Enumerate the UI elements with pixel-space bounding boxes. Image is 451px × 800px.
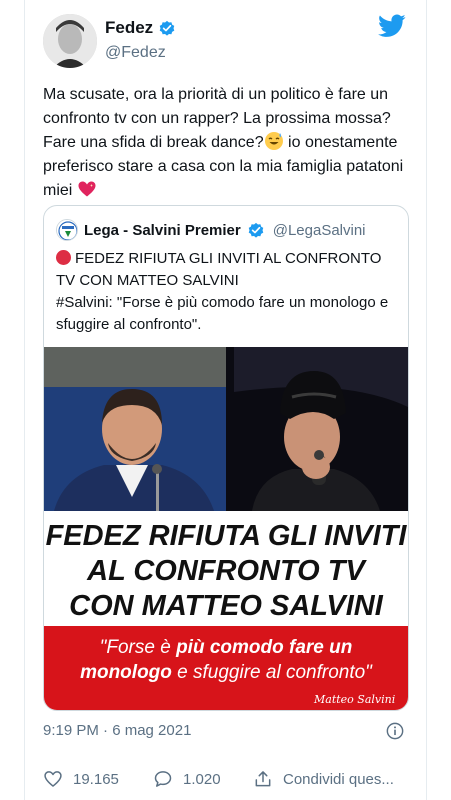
banner-quote-part-c: monologo <box>80 662 172 683</box>
tweet-actions: 19.165 1.020 Condividi ques... <box>43 764 414 794</box>
quoted-text-line1: FEDEZ RIFIUTA GLI INVITI AL CONFRONTO TV… <box>56 250 386 289</box>
banner-quote-line1: "Forse è più comodo fare un <box>100 637 353 658</box>
quoted-media-image[interactable]: FEDEZ RIFIUTA GLI INVITI AL CONFRONTO TV… <box>44 347 408 711</box>
banner-quote-part-a: "Forse è <box>100 637 176 658</box>
author-avatar[interactable] <box>43 14 97 68</box>
quoted-verified-badge-icon <box>248 222 264 238</box>
reply-count: 1.020 <box>183 770 221 788</box>
tweet-timestamp[interactable]: 9:19 PM · 6 mag 2021 <box>43 722 191 739</box>
tweet-header: Fedez @Fedez <box>43 12 408 70</box>
verified-badge-icon <box>159 20 175 36</box>
share-icon <box>255 771 271 787</box>
share-label: Condividi ques... <box>283 770 394 788</box>
banner-quote-part-b: più comodo fare un <box>175 637 352 658</box>
twitter-bird-icon[interactable] <box>378 14 406 38</box>
headline-line2: AL CONFRONTO TV <box>86 555 367 587</box>
quoted-text: FEDEZ RIFIUTA GLI INVITI AL CONFRONTO TV… <box>56 248 396 336</box>
heart-icon <box>44 771 62 787</box>
author-handle[interactable]: @Fedez <box>105 44 166 62</box>
reply-button[interactable]: 1.020 <box>153 769 253 789</box>
banner-signature: Matteo Salvini <box>313 693 395 706</box>
like-button[interactable]: 19.165 <box>43 769 153 789</box>
reply-bubble-icon <box>154 771 172 787</box>
tweet-text: Ma scusate, ora la priorità di un politi… <box>43 83 413 203</box>
share-button[interactable]: Condividi ques... <box>253 769 394 789</box>
quoted-author-name: Lega - Salvini Premier <box>84 221 241 239</box>
like-count: 19.165 <box>73 770 119 788</box>
banner-quote-part-d: e sfuggire al confronto" <box>172 662 373 683</box>
quoted-tweet[interactable]: Lega - Salvini Premier @LegaSalvini FEDE… <box>43 205 409 711</box>
quoted-text-line2: #Salvini: "Forse è più comodo fare un mo… <box>56 294 393 333</box>
sweat-smile-emoji-icon <box>264 132 283 150</box>
tweet-card: Fedez @Fedez Ma scusate, ora la priorità… <box>24 0 427 800</box>
quoted-author-handle: @LegaSalvini <box>272 221 366 239</box>
author-name[interactable]: Fedez <box>105 18 153 38</box>
info-icon[interactable] <box>386 722 404 740</box>
quoted-author-avatar[interactable] <box>56 219 78 241</box>
red-circle-emoji-icon <box>56 250 71 265</box>
banner-quote-line2: monologo e sfuggire al confronto" <box>80 662 373 683</box>
sparkling-heart-emoji-icon <box>78 181 96 197</box>
headline-line3: CON MATTEO SALVINI <box>69 590 384 622</box>
headline-line1: FEDEZ RIFIUTA GLI INVITI <box>46 520 408 552</box>
